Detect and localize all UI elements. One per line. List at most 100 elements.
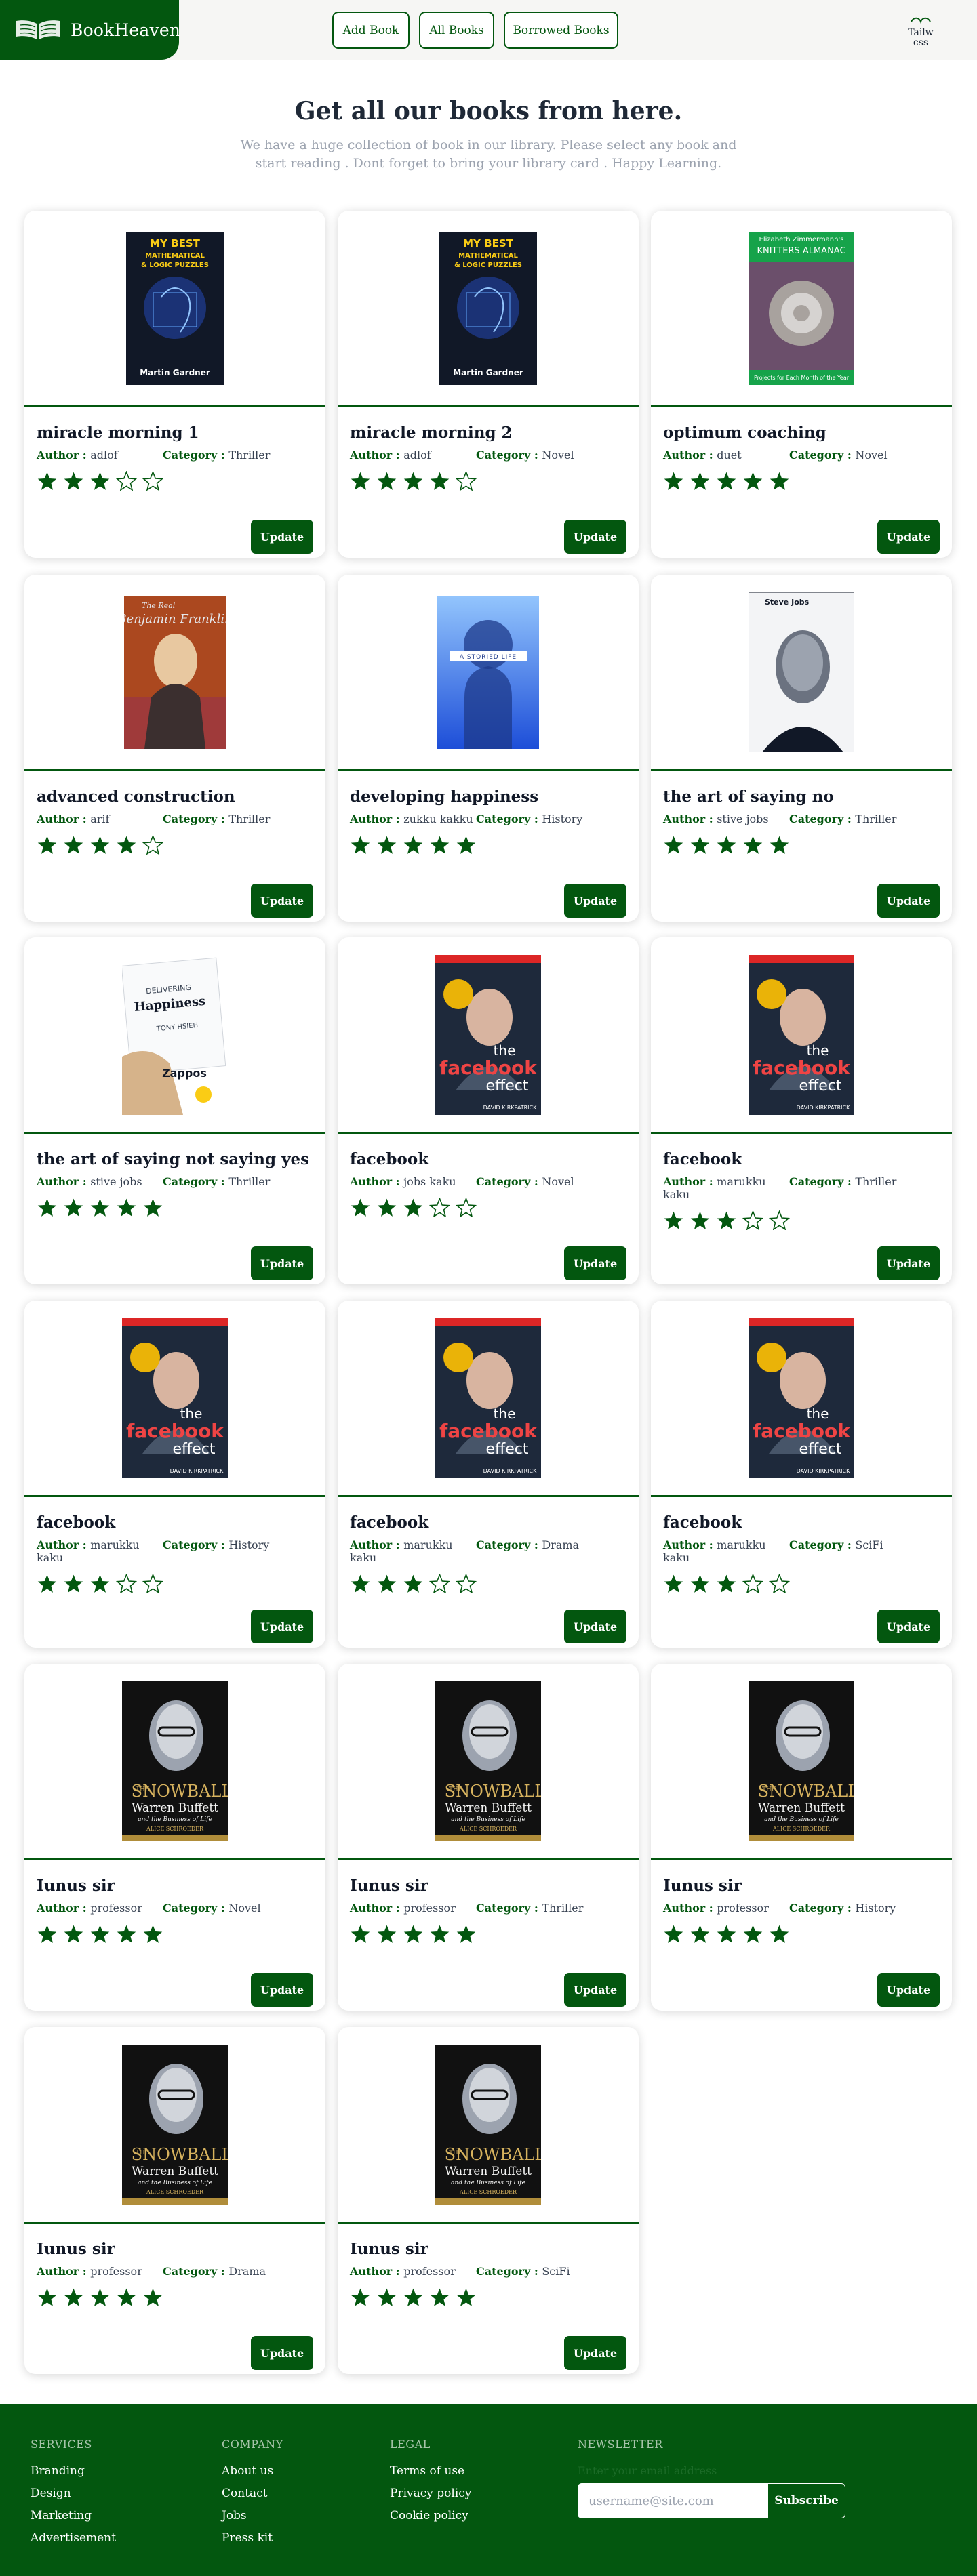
update-button[interactable]: Update xyxy=(877,1610,940,1643)
book-title: advanced construction xyxy=(37,788,235,806)
star-filled-icon xyxy=(663,1210,684,1233)
update-button[interactable]: Update xyxy=(251,884,313,918)
svg-text:Warren Buffett: Warren Buffett xyxy=(445,2165,532,2178)
category-value: Drama xyxy=(228,2265,266,2278)
book-card-body: developing happiness Author : zukku kakku… xyxy=(338,771,639,922)
footer-link-contact[interactable]: Contact xyxy=(222,2487,283,2500)
footer-company: COMPANY About us Contact Jobs Press kit xyxy=(222,2438,283,2554)
svg-text:SNOWBALL: SNOWBALL xyxy=(445,1782,541,1801)
update-button[interactable]: Update xyxy=(251,1973,313,2007)
update-button[interactable]: Update xyxy=(564,1246,626,1280)
svg-text:Projects for Each Month of the: Projects for Each Month of the Year xyxy=(754,375,850,381)
svg-text:effect: effect xyxy=(799,1441,842,1458)
author-value: adlof xyxy=(90,449,118,462)
update-button[interactable]: Update xyxy=(251,1246,313,1280)
star-filled-icon xyxy=(403,1198,424,1220)
star-filled-icon xyxy=(63,835,84,857)
book-meta: Author : professor Category : Thriller xyxy=(350,1902,626,1915)
book-card: Steve Jobs the art of saying no Author : s… xyxy=(651,575,952,922)
author-label: Author xyxy=(37,1902,79,1915)
footer-link-terms[interactable]: Terms of use xyxy=(390,2464,471,2478)
svg-text:effect: effect xyxy=(486,1441,529,1458)
update-button[interactable]: Update xyxy=(251,520,313,554)
book-category: Category : Drama xyxy=(476,1538,579,1564)
footer-heading: COMPANY xyxy=(222,2438,283,2451)
update-button[interactable]: Update xyxy=(877,1246,940,1280)
star-filled-icon xyxy=(429,471,450,493)
newsletter-email-input[interactable] xyxy=(578,2483,767,2518)
avatar[interactable]: Tailw css xyxy=(902,15,940,49)
author-colon: : xyxy=(392,1538,404,1551)
book-title: miracle morning 1 xyxy=(37,424,199,442)
category-label: Category xyxy=(163,1175,218,1188)
book-card: THE SNOWBALL Warren Buffett and the Busi… xyxy=(651,1664,952,2011)
update-button[interactable]: Update xyxy=(877,520,940,554)
footer-link-privacy[interactable]: Privacy policy xyxy=(390,2487,471,2500)
svg-text:MY BEST: MY BEST xyxy=(463,237,513,249)
footer: SERVICES Branding Design Marketing Adver… xyxy=(0,2404,977,2576)
author-value: duet xyxy=(717,449,742,462)
update-button[interactable]: Update xyxy=(564,884,626,918)
update-button[interactable]: Update xyxy=(564,2336,626,2370)
book-author: Author : marukku kaku xyxy=(663,1175,789,1201)
star-filled-icon xyxy=(716,835,737,857)
footer-link-about[interactable]: About us xyxy=(222,2464,283,2478)
update-button[interactable]: Update xyxy=(251,2336,313,2370)
author-value: stive jobs xyxy=(717,813,769,825)
footer-link-advertisement[interactable]: Advertisement xyxy=(31,2531,116,2545)
update-button[interactable]: Update xyxy=(877,884,940,918)
category-value: Novel xyxy=(228,1902,261,1915)
book-cover-image: Elizabeth Zimmermann's KNITTERS ALMANAC … xyxy=(651,211,952,407)
book-category: Category : Novel xyxy=(163,1902,261,1915)
book-card-body: the art of saying no Author : stive jobs C… xyxy=(651,771,952,922)
update-button[interactable]: Update xyxy=(877,1973,940,2007)
book-cover-image: THE SNOWBALL Warren Buffett and the Busi… xyxy=(24,1664,325,1860)
author-colon: : xyxy=(392,1902,404,1915)
footer-link-branding[interactable]: Branding xyxy=(31,2464,116,2478)
category-colon: : xyxy=(843,1175,856,1188)
book-meta: Author : duet Category : Novel xyxy=(663,449,940,462)
book-author: Author : professor xyxy=(663,1902,789,1915)
footer-link-cookie[interactable]: Cookie policy xyxy=(390,2509,471,2522)
star-outline-icon xyxy=(455,1573,477,1596)
star-filled-icon xyxy=(769,1924,790,1946)
book-card: MY BEST MATHEMATICAL & LOGIC PUZZLES Mar… xyxy=(24,211,325,558)
book-card-body: Iunus sir Author : professor Category : No… xyxy=(24,1860,325,2011)
borrowed-books-button[interactable]: Borrowed Books xyxy=(504,12,618,49)
footer-link-jobs[interactable]: Jobs xyxy=(222,2509,283,2522)
book-title: facebook xyxy=(350,1513,429,1532)
category-label: Category xyxy=(476,813,531,825)
rating-stars xyxy=(663,1924,940,1946)
category-colon: : xyxy=(217,1902,229,1915)
book-category: Category : Novel xyxy=(476,449,574,462)
category-value: Thriller xyxy=(855,813,897,825)
page-title: Get all our books from here. xyxy=(294,97,683,125)
star-filled-icon xyxy=(142,1924,163,1946)
update-button[interactable]: Update xyxy=(251,1610,313,1643)
update-button[interactable]: Update xyxy=(564,520,626,554)
star-filled-icon xyxy=(429,835,450,857)
add-book-button[interactable]: Add Book xyxy=(332,12,410,49)
star-filled-icon xyxy=(89,2287,111,2310)
update-button[interactable]: Update xyxy=(564,1610,626,1643)
star-filled-icon xyxy=(89,1198,111,1220)
book-card-body: advanced construction Author : arif Catego… xyxy=(24,771,325,922)
author-colon: : xyxy=(705,449,717,462)
footer-link-marketing[interactable]: Marketing xyxy=(31,2509,116,2522)
star-filled-icon xyxy=(350,1924,371,1946)
category-colon: : xyxy=(530,1175,542,1188)
update-button[interactable]: Update xyxy=(564,1973,626,2007)
svg-text:A STORIED LIFE: A STORIED LIFE xyxy=(460,654,517,661)
book-card: The Real Benjamin Franklin advanced const… xyxy=(24,575,325,922)
brand[interactable]: BookHeaven xyxy=(0,0,180,60)
svg-text:DAVID KIRKPATRICK: DAVID KIRKPATRICK xyxy=(483,1468,537,1474)
all-books-button[interactable]: All Books xyxy=(419,12,494,49)
rating-stars xyxy=(37,2287,313,2310)
book-card: the facebook effect DAVID KIRKPATRICK fac… xyxy=(338,937,639,1284)
subscribe-button[interactable]: Subscribe xyxy=(767,2483,845,2518)
footer-link-press-kit[interactable]: Press kit xyxy=(222,2531,283,2545)
star-filled-icon xyxy=(37,471,58,493)
category-colon: : xyxy=(843,449,856,462)
footer-link-design[interactable]: Design xyxy=(31,2487,116,2500)
footer-heading: SERVICES xyxy=(31,2438,92,2451)
